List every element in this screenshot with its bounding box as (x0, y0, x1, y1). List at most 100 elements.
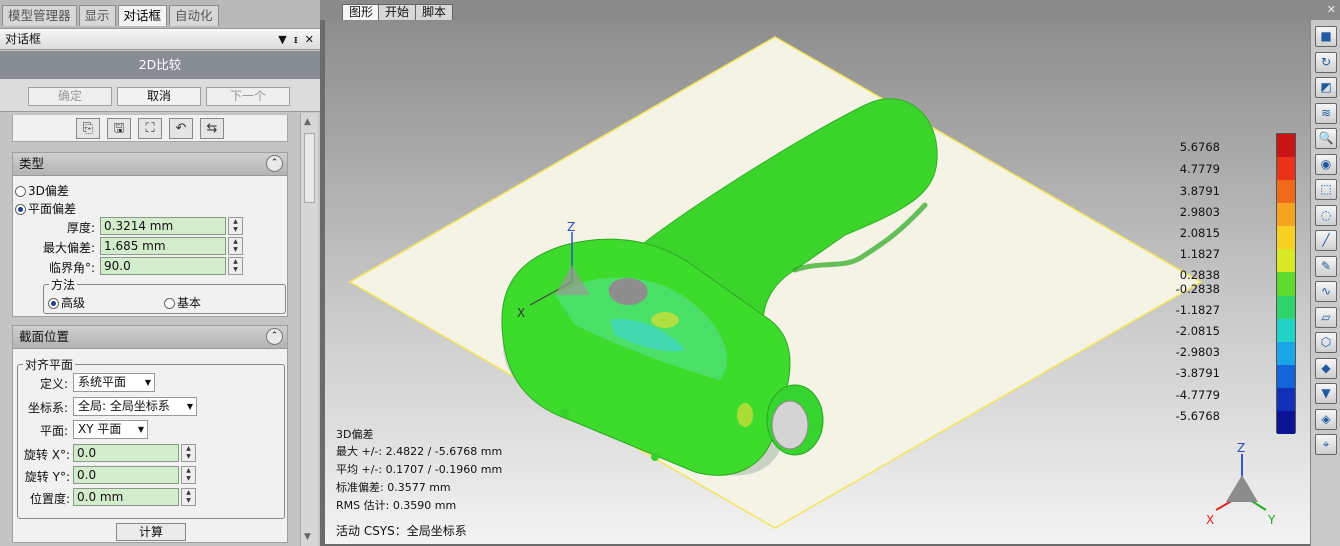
define-select[interactable]: 系统平面 ▼ (73, 373, 155, 392)
plane-select[interactable]: XY 平面 ▼ (73, 420, 148, 439)
curve-icon[interactable]: ∿ (1315, 281, 1337, 302)
option-plane-deviation[interactable]: 平面偏差 (15, 200, 76, 217)
paint-icon[interactable]: ◆ (1315, 357, 1337, 379)
thickness-spinner[interactable]: ▲ ▼ (228, 217, 243, 235)
save-icon[interactable]: 🖫 (107, 118, 131, 139)
legend-label: -5.6768 (1175, 409, 1220, 423)
model-nozzle (771, 400, 809, 450)
color-scale-segment (1277, 134, 1295, 158)
tab-dialog[interactable]: 对话框 (117, 5, 168, 26)
swap-icon[interactable]: ⇆ (200, 118, 224, 139)
tab-display[interactable]: 显示 (78, 5, 116, 26)
rotate-x-label: 旋转 X°: (23, 448, 70, 462)
option-3d-deviation[interactable]: 3D偏差 (15, 182, 69, 199)
ok-button[interactable]: 确定 (28, 87, 112, 106)
tag-icon[interactable]: ⌖ (1315, 434, 1337, 455)
collapse-icon[interactable]: ⌃ (266, 155, 283, 172)
select-lasso-icon[interactable]: ◌ (1315, 204, 1337, 226)
section-position-header[interactable]: 截面位置 ⌃ (13, 326, 287, 349)
rotate-x-field[interactable]: 0.0 (73, 444, 179, 462)
indicator-y-label: Y (1267, 513, 1276, 527)
color-scale-segment (1277, 272, 1295, 297)
layer-icon[interactable]: ≋ (1315, 102, 1337, 124)
dialog-title: 2D比较 (0, 51, 320, 79)
tab-graphics[interactable]: 图形 (342, 4, 381, 20)
filter-icon[interactable]: ▼ (1315, 383, 1337, 404)
color-scale-segment (1277, 387, 1295, 412)
tab-model-manager[interactable]: 模型管理器 (2, 5, 77, 26)
plane-label: 平面: (39, 424, 68, 438)
zoom-icon[interactable]: 🔍 (1315, 128, 1337, 149)
scroll-down-icon[interactable]: ▼ (304, 532, 311, 542)
axis-z-label: Z (567, 220, 575, 234)
brush-icon[interactable]: ✎ (1315, 255, 1337, 277)
collapse-icon[interactable]: ⌃ (266, 328, 283, 345)
fit-icon[interactable]: ⛶ (138, 118, 162, 139)
indicator-x-label: X (1206, 513, 1214, 527)
select-line-icon[interactable]: ╱ (1315, 230, 1337, 251)
radio-checked-icon[interactable] (15, 204, 26, 215)
close-icon[interactable]: ✕ (1327, 3, 1336, 16)
legend-label: 0.2838 (1179, 268, 1220, 282)
scroll-up-icon[interactable]: ▲ (304, 117, 311, 127)
orientation-indicator[interactable]: Z X Y (1202, 440, 1282, 535)
tab-automation[interactable]: 自动化 (169, 5, 219, 26)
cancel-button[interactable]: 取消 (117, 87, 201, 106)
palette-icon[interactable]: ◈ (1315, 408, 1337, 430)
method-group-title: 方法 (49, 276, 78, 293)
next-button[interactable]: 下一个 (206, 87, 290, 106)
dialog-icon-row: ⎘ 🖫 ⛶ ↶ ⇆ (12, 115, 288, 142)
position-spinner[interactable]: ▲ ▼ (181, 488, 196, 506)
critical-angle-label: 临界角°: (48, 261, 95, 275)
dock-menu-icon[interactable]: ▼ (278, 29, 286, 50)
panel-scrollbar[interactable]: ▲ ▼ (300, 113, 318, 546)
radio-icon[interactable] (164, 298, 175, 309)
select-poly-icon[interactable]: ▱ (1315, 306, 1337, 328)
plane-view-icon[interactable]: ◩ (1315, 77, 1337, 98)
method-basic[interactable]: 基本 (164, 294, 201, 311)
thickness-field[interactable]: 0.3214 mm (100, 217, 226, 235)
critical-angle-field[interactable]: 90.0 (100, 257, 226, 275)
method-advanced[interactable]: 高级 (48, 294, 85, 311)
calculate-button[interactable]: 计算 (116, 523, 186, 541)
select-3d-icon[interactable]: ⬡ (1315, 332, 1337, 353)
tab-start[interactable]: 开始 (378, 4, 417, 20)
pin-icon[interactable]: ᵻ (294, 29, 298, 50)
csys-select[interactable]: 全局: 全局坐标系 ▼ (73, 397, 197, 416)
close-icon[interactable]: ✕ (305, 29, 314, 50)
legend-label: -4.7779 (1175, 388, 1220, 402)
legend-label: 4.7779 (1179, 162, 1220, 176)
select-rect-icon[interactable]: ⬚ (1315, 179, 1337, 200)
color-scale-bar (1276, 133, 1296, 435)
rotate-y-spinner[interactable]: ▲ ▼ (181, 466, 196, 484)
copy-icon[interactable]: ⎘ (76, 118, 100, 139)
chevron-down-icon: ▼ (137, 425, 144, 434)
rotate-y-field[interactable]: 0.0 (73, 466, 179, 484)
max-deviation-label: 最大偏差: (42, 241, 95, 255)
max-deviation-field[interactable]: 1.685 mm (100, 237, 226, 255)
scrollbar-thumb[interactable] (304, 133, 315, 203)
dock-title-bar: 对话框 ▼ ᵻ ✕ (0, 28, 320, 50)
position-field[interactable]: 0.0 mm (73, 488, 179, 506)
active-csys: 活动 CSYS：全局坐标系 (336, 524, 467, 538)
type-section-header[interactable]: 类型 ⌃ (13, 153, 287, 176)
cube-view-icon[interactable]: ■ (1315, 26, 1337, 47)
undo-icon[interactable]: ↶ (169, 118, 193, 139)
color-scale-segment (1277, 341, 1295, 366)
graphics-view[interactable]: Z X 3D偏差 最大 +/-: 2.4822 / -5.6768 mm 平均 … (325, 20, 1310, 544)
max-deviation-spinner[interactable]: ▲ ▼ (228, 237, 243, 255)
critical-angle-spinner[interactable]: ▲ ▼ (228, 257, 243, 275)
rotate-x-spinner[interactable]: ▲ ▼ (181, 444, 196, 462)
tab-script[interactable]: 脚本 (415, 4, 454, 20)
color-scale-segment (1277, 226, 1295, 250)
color-map-icon[interactable]: ◉ (1315, 153, 1337, 175)
indicator-triad-icon (1226, 475, 1258, 502)
radio-checked-icon[interactable] (48, 298, 59, 309)
align-plane-title: 对齐平面 (23, 356, 76, 373)
radio-icon[interactable] (15, 186, 26, 197)
color-scale-segment (1277, 157, 1295, 181)
section-position: 截面位置 ⌃ 对齐平面 定义: 系统平面 ▼ 坐标系: 全局: 全局坐标系 ▼ 平面… (12, 325, 288, 543)
rotate-icon[interactable]: ↻ (1315, 51, 1337, 73)
rotate-y-label: 旋转 Y°: (24, 470, 70, 484)
axis-x-label: X (517, 306, 525, 320)
